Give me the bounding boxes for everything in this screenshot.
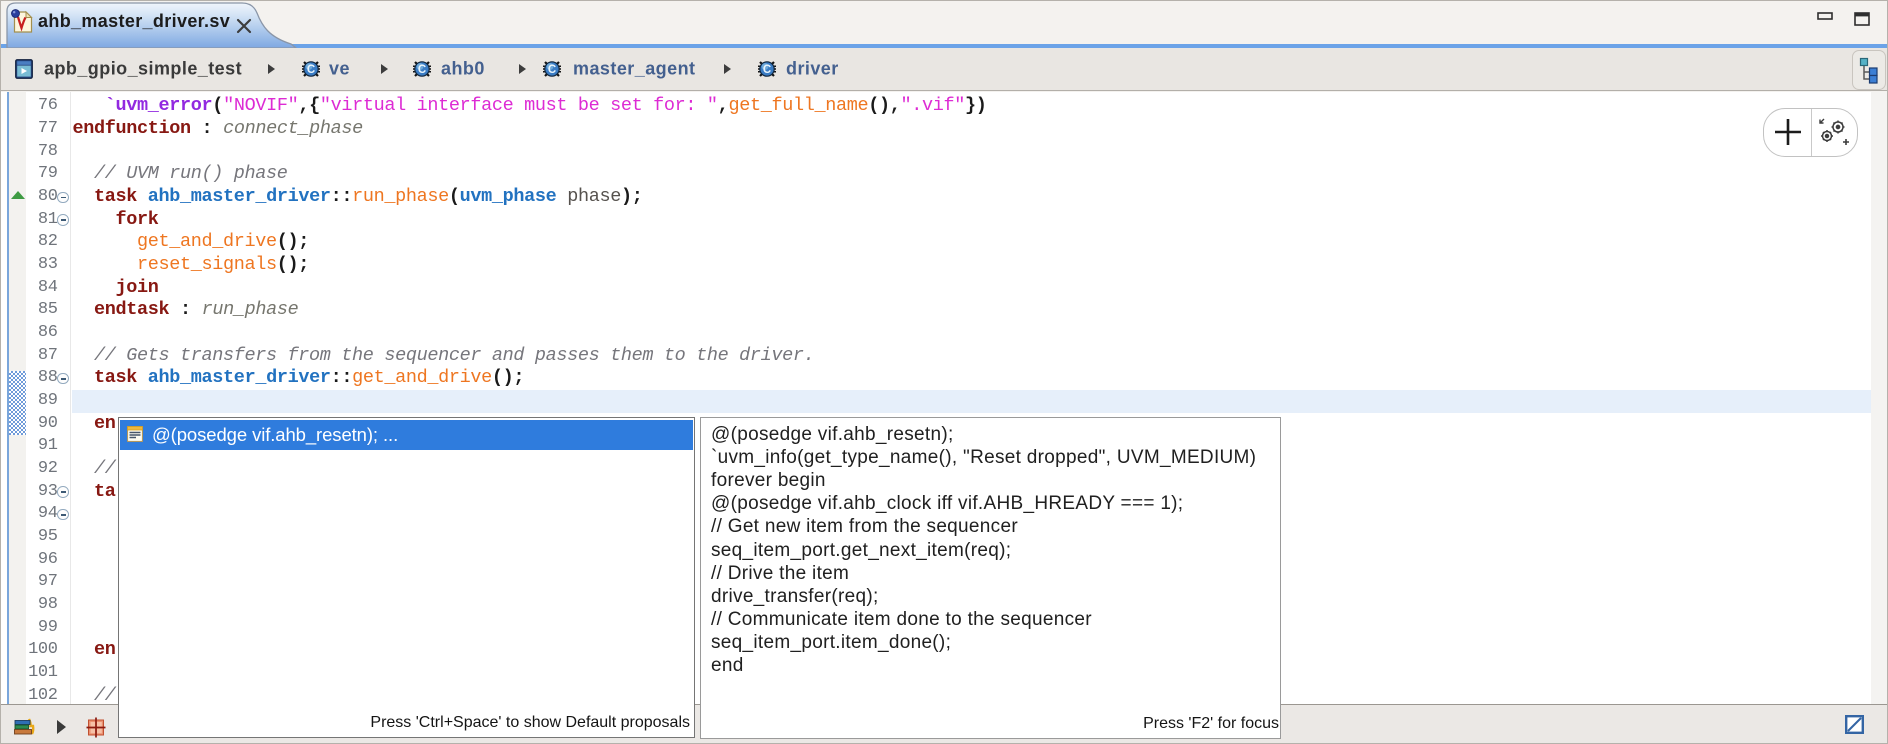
svg-text:C: C (763, 64, 771, 76)
svg-text:C: C (418, 64, 426, 76)
svg-text:C: C (307, 64, 315, 76)
svg-text:C: C (548, 64, 556, 76)
